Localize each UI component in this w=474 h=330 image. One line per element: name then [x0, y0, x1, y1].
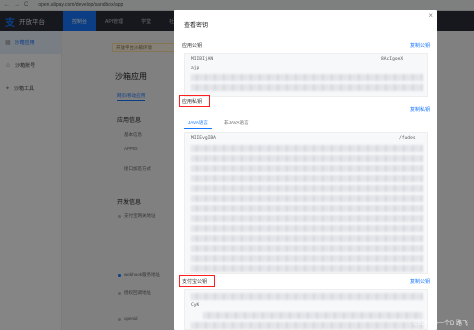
key-text: ajp	[191, 66, 200, 71]
blurred-key	[191, 215, 423, 222]
blurred-key	[191, 165, 423, 172]
blurred-key	[191, 322, 423, 329]
blurred-key	[203, 312, 423, 319]
blurred-key	[191, 74, 423, 81]
blurred-key	[191, 185, 423, 192]
blurred-key	[191, 145, 423, 152]
view-keys-dialog: 查看密钥 × 应用公钥 复制公钥 MIIBIjAN 8AcIgoeX ajp 应…	[174, 10, 437, 330]
copy-alipay-public-key-button[interactable]: 复制公钥	[410, 278, 430, 285]
blurred-key	[191, 195, 423, 202]
blurred-key	[191, 225, 423, 232]
close-icon[interactable]: ×	[428, 12, 433, 20]
app-public-key-label: 应用公钥	[182, 43, 203, 49]
blurred-key	[191, 84, 423, 91]
copy-private-key-button[interactable]: 复制私钥	[410, 106, 430, 113]
key-text: 8AcIgoeX	[381, 57, 404, 62]
tab-non-java[interactable]: 非JAVA语言	[220, 118, 253, 129]
blurred-key	[191, 245, 423, 252]
copy-public-key-button[interactable]: 复制公钥	[410, 42, 430, 49]
key-text: MIIBIjAN	[191, 57, 214, 62]
blurred-key	[191, 175, 423, 182]
app-public-key-box: MIIBIjAN 8AcIgoeX ajp	[184, 53, 428, 97]
watermark-text: CSDN @一个D 路飞	[413, 321, 468, 327]
blurred-key	[191, 293, 423, 300]
language-tabs: JAVA语言 非JAVA语言	[184, 118, 253, 129]
key-text: MIIEvgIBA	[191, 136, 216, 141]
key-text: CyK	[191, 303, 200, 308]
alipay-public-key-label: 支付宝公钥	[182, 279, 208, 285]
blurred-key	[191, 205, 423, 212]
blurred-key	[191, 265, 423, 272]
key-text: /fudes	[399, 136, 416, 141]
alipay-public-key-box: CyK	[184, 289, 428, 330]
blurred-key	[191, 155, 423, 162]
app-private-key-box: MIIEvgIBA /fudes	[184, 132, 428, 274]
blurred-key	[191, 255, 423, 262]
app-private-key-label: 应用私钥	[182, 99, 203, 105]
blurred-key	[191, 235, 423, 242]
dialog-title: 查看密钥	[184, 23, 209, 29]
tab-java[interactable]: JAVA语言	[184, 118, 212, 129]
